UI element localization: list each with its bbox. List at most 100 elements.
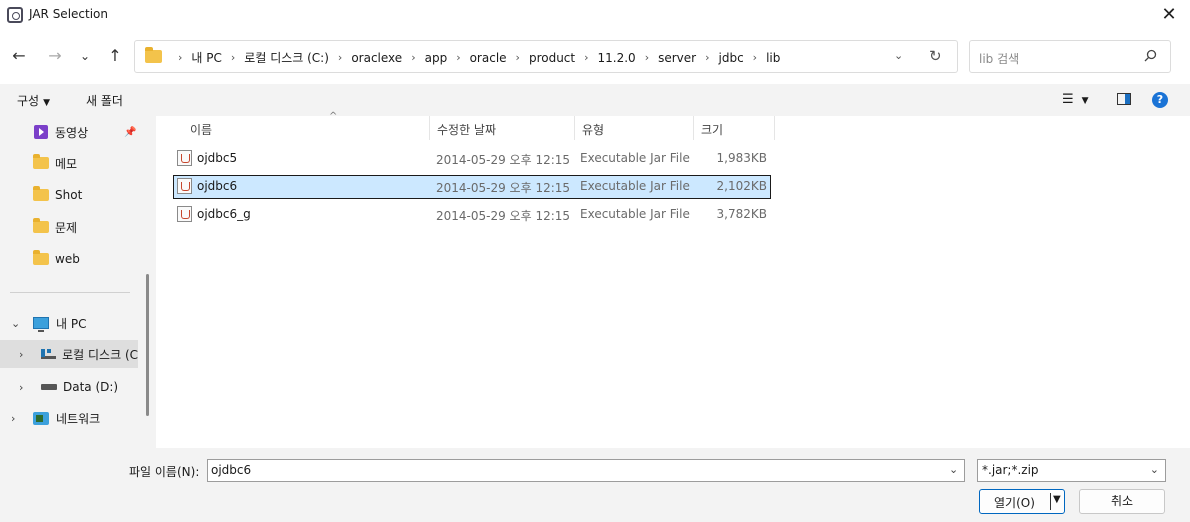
sidebar-item-label: 네트워크 <box>56 411 101 426</box>
column-header-size[interactable]: 크기 <box>694 116 775 140</box>
title-bar: JAR Selection ✕ <box>0 0 1190 30</box>
filetype-select[interactable]: *.jar;*.zip ⌄ <box>977 459 1166 482</box>
search-placeholder: lib 검색 <box>979 52 1020 66</box>
column-header-label: 수정한 날짜 <box>437 123 497 137</box>
file-row-selected[interactable]: ojdbc6 2014-05-29 오후 12:15 Executable Ja… <box>173 175 771 199</box>
chevron-right-icon[interactable]: › <box>19 381 23 394</box>
breadcrumb-separator-icon[interactable]: › <box>456 51 460 64</box>
file-date: 2014-05-29 오후 12:15 <box>436 181 571 195</box>
breadcrumb-item[interactable]: app <box>425 51 448 65</box>
file-date: 2014-05-29 오후 12:15 <box>436 209 571 223</box>
column-header-name[interactable]: 이름 ^ <box>183 111 430 140</box>
breadcrumb-item[interactable]: lib <box>766 51 780 65</box>
window-title: JAR Selection <box>29 7 108 21</box>
open-button[interactable]: 열기(O) ▼ <box>979 489 1065 514</box>
breadcrumb-separator-icon[interactable]: › <box>338 51 342 64</box>
chevron-right-icon[interactable]: › <box>19 348 23 361</box>
sidebar-item-label: 동영상 <box>55 125 89 140</box>
chevron-right-icon[interactable]: › <box>11 412 15 425</box>
breadcrumb-item[interactable]: server <box>658 51 696 65</box>
chevron-down-icon[interactable]: ⌄ <box>949 463 958 476</box>
search-icon <box>1144 49 1157 62</box>
filename-input[interactable]: ojdbc6 ⌄ <box>207 459 965 482</box>
jar-file-icon <box>177 206 192 222</box>
file-list: 이름 ^ 수정한 날짜 유형 크기 ojdbc5 2014-05-29 오후 1… <box>156 111 1190 448</box>
breadcrumb-separator-icon[interactable]: › <box>516 51 520 64</box>
breadcrumb-item[interactable]: 11.2.0 <box>598 51 636 65</box>
breadcrumb-separator-icon: › <box>178 51 183 64</box>
close-icon[interactable]: ✕ <box>1156 2 1182 28</box>
forward-arrow-icon[interactable]: → <box>44 44 66 68</box>
chevron-down-icon[interactable]: ⌄ <box>11 317 20 330</box>
preview-pane-icon[interactable] <box>1117 93 1131 105</box>
address-history-chevron-icon[interactable]: ⌄ <box>894 49 903 62</box>
sidebar-item-local-disk[interactable]: › 로컬 디스크 (C <box>0 340 138 368</box>
breadcrumb-separator-icon[interactable]: › <box>645 51 649 64</box>
breadcrumb-item[interactable]: oracle <box>470 51 507 65</box>
sidebar-item-shot[interactable]: Shot <box>0 181 140 209</box>
jar-file-icon <box>177 178 192 194</box>
file-date: 2014-05-29 오후 12:15 <box>436 153 571 167</box>
breadcrumb-separator-icon[interactable]: › <box>705 51 709 64</box>
sidebar-item-data-drive[interactable]: › Data (D:) <box>0 373 140 401</box>
sidebar-item-label: web <box>55 252 80 266</box>
up-arrow-icon[interactable]: ↑ <box>104 44 126 68</box>
breadcrumb-separator-icon[interactable]: › <box>231 51 235 64</box>
new-folder-button[interactable]: 새 폴더 <box>86 92 123 109</box>
split-divider <box>1050 493 1051 510</box>
sidebar-item-web[interactable]: web <box>0 245 140 273</box>
breadcrumb-separator-icon[interactable]: › <box>411 51 415 64</box>
column-header-label: 크기 <box>701 123 724 137</box>
file-type: Executable Jar File <box>580 179 690 193</box>
caret-down-icon[interactable]: ▼ <box>1053 494 1061 505</box>
back-arrow-icon[interactable]: ← <box>8 44 30 68</box>
sidebar-item-label: 로컬 디스크 (C <box>62 347 138 362</box>
app-icon <box>7 7 23 23</box>
column-header-label: 유형 <box>582 123 605 137</box>
sidebar-item-label: Shot <box>55 188 83 202</box>
search-input[interactable]: lib 검색 <box>969 40 1171 73</box>
drive-icon <box>41 384 57 390</box>
breadcrumb-item[interactable]: 로컬 디스크 (C:) <box>244 49 329 66</box>
caret-down-icon: ▼ <box>1081 96 1089 106</box>
refresh-icon[interactable]: ↻ <box>929 47 942 65</box>
sidebar-item-videos[interactable]: 동영상 📌 <box>0 118 140 146</box>
breadcrumb-separator-icon[interactable]: › <box>584 51 588 64</box>
organize-button[interactable]: 구성 ▼ <box>17 92 50 109</box>
recent-locations-chevron-icon[interactable]: ⌄ <box>74 44 96 68</box>
sidebar-item-problems[interactable]: 문제 <box>0 213 140 241</box>
chevron-down-icon: ⌄ <box>1149 463 1159 476</box>
view-options-button[interactable]: ☰ ▼ <box>1062 92 1089 107</box>
filetype-value: *.jar;*.zip <box>982 463 1039 477</box>
network-icon <box>33 411 49 425</box>
breadcrumb-item[interactable]: oraclexe <box>351 51 402 65</box>
breadcrumb-item[interactable]: product <box>529 51 575 65</box>
column-header-date[interactable]: 수정한 날짜 <box>430 116 575 140</box>
breadcrumb-item[interactable]: 내 PC <box>191 49 221 66</box>
file-row[interactable]: ojdbc6_g 2014-05-29 오후 12:15 Executable … <box>173 203 771 227</box>
sidebar-item-this-pc[interactable]: ⌄ 내 PC <box>0 309 140 337</box>
sidebar-item-network[interactable]: › 네트워크 <box>0 404 140 432</box>
file-type: Executable Jar File <box>580 151 690 165</box>
file-size: 2,102KB <box>716 179 767 193</box>
folder-icon <box>33 250 49 265</box>
caret-down-icon: ▼ <box>43 98 51 108</box>
pc-icon <box>33 317 49 332</box>
cancel-button[interactable]: 취소 <box>1079 489 1165 514</box>
breadcrumb-separator-icon[interactable]: › <box>753 51 757 64</box>
sidebar-item-label: 메모 <box>55 156 78 171</box>
pin-icon[interactable]: 📌 <box>124 127 136 138</box>
breadcrumb: › 내 PC › 로컬 디스크 (C:) › oraclexe › app › … <box>169 49 780 66</box>
folder-icon <box>33 154 49 169</box>
sidebar-scrollbar[interactable] <box>146 274 149 416</box>
breadcrumb-item[interactable]: jdbc <box>719 51 744 65</box>
address-bar[interactable]: › 내 PC › 로컬 디스크 (C:) › oraclexe › app › … <box>134 40 958 73</box>
list-view-icon: ☰ <box>1062 92 1074 107</box>
sidebar-item-label: 내 PC <box>56 316 87 331</box>
sidebar-item-memo[interactable]: 메모 <box>0 149 140 177</box>
file-size: 3,782KB <box>716 207 767 221</box>
column-header-type[interactable]: 유형 <box>575 116 694 140</box>
help-icon[interactable]: ? <box>1152 92 1168 108</box>
command-bar: 구성 ▼ 새 폴더 ☰ ▼ ? <box>0 84 1190 116</box>
file-row[interactable]: ojdbc5 2014-05-29 오후 12:15 Executable Ja… <box>173 147 771 171</box>
